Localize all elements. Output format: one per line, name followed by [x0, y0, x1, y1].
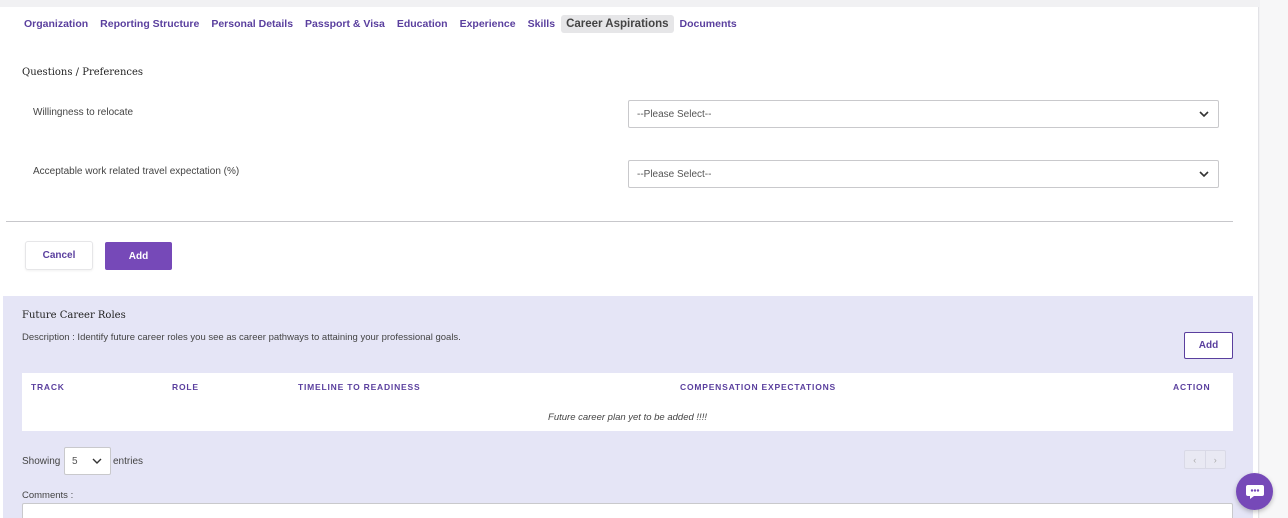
relocate-select-value: --Please Select-- [637, 108, 712, 120]
chat-icon [1245, 484, 1264, 499]
comments-label: Comments : [22, 490, 74, 501]
cancel-button[interactable]: Cancel [25, 241, 93, 270]
tab-bar: Organization Reporting Structure Persona… [18, 13, 743, 35]
empty-table-message: Future career plan yet to be added !!!! [548, 412, 707, 423]
tab-experience[interactable]: Experience [454, 15, 522, 33]
chevron-down-icon [1199, 171, 1209, 178]
column-header-action[interactable]: ACTION [1173, 382, 1210, 392]
next-page-button[interactable]: › [1206, 451, 1226, 468]
column-header-track[interactable]: TRACK [31, 382, 65, 392]
future-roles-description: Description : Identify future career rol… [22, 332, 461, 343]
travel-select[interactable]: --Please Select-- [628, 160, 1219, 188]
prev-page-button[interactable]: ‹ [1185, 451, 1206, 468]
page-length-value: 5 [72, 455, 78, 467]
tab-reporting-structure[interactable]: Reporting Structure [94, 15, 205, 33]
showing-label: Showing [22, 456, 61, 467]
tab-passport-visa[interactable]: Passport & Visa [299, 15, 391, 33]
future-roles-table: TRACK ROLE TIMELINE TO READINESS COMPENS… [22, 373, 1233, 431]
entries-label: entries [113, 456, 144, 467]
tab-personal-details[interactable]: Personal Details [205, 15, 299, 33]
pagination: ‹ › [1184, 450, 1226, 469]
add-career-role-button[interactable]: Add [1184, 332, 1233, 359]
tab-organization[interactable]: Organization [18, 15, 94, 33]
column-header-timeline[interactable]: TIMELINE TO READINESS [298, 382, 420, 392]
preferences-title: Questions / Preferences [22, 67, 144, 78]
tab-documents[interactable]: Documents [674, 15, 743, 33]
tab-career-aspirations[interactable]: Career Aspirations [561, 15, 674, 33]
page-length-select[interactable]: 5 [64, 447, 111, 475]
comments-textarea[interactable] [22, 503, 1233, 518]
tab-skills[interactable]: Skills [522, 15, 561, 33]
chevron-down-icon [92, 458, 102, 464]
chevron-down-icon [1199, 111, 1209, 118]
relocate-select[interactable]: --Please Select-- [628, 100, 1219, 128]
column-header-role[interactable]: ROLE [172, 382, 199, 392]
travel-select-value: --Please Select-- [637, 168, 712, 180]
add-preferences-button[interactable]: Add [105, 242, 172, 270]
future-roles-title: Future Career Roles [22, 310, 126, 321]
relocate-question-label: Willingness to relocate [33, 107, 134, 118]
page-scroll-edge [1260, 0, 1288, 518]
tab-education[interactable]: Education [391, 15, 454, 33]
travel-question-label: Acceptable work related travel expectati… [33, 166, 240, 177]
column-header-compensation[interactable]: COMPENSATION EXPECTATIONS [680, 382, 836, 392]
section-divider [6, 221, 1233, 222]
chat-support-button[interactable] [1236, 473, 1273, 510]
